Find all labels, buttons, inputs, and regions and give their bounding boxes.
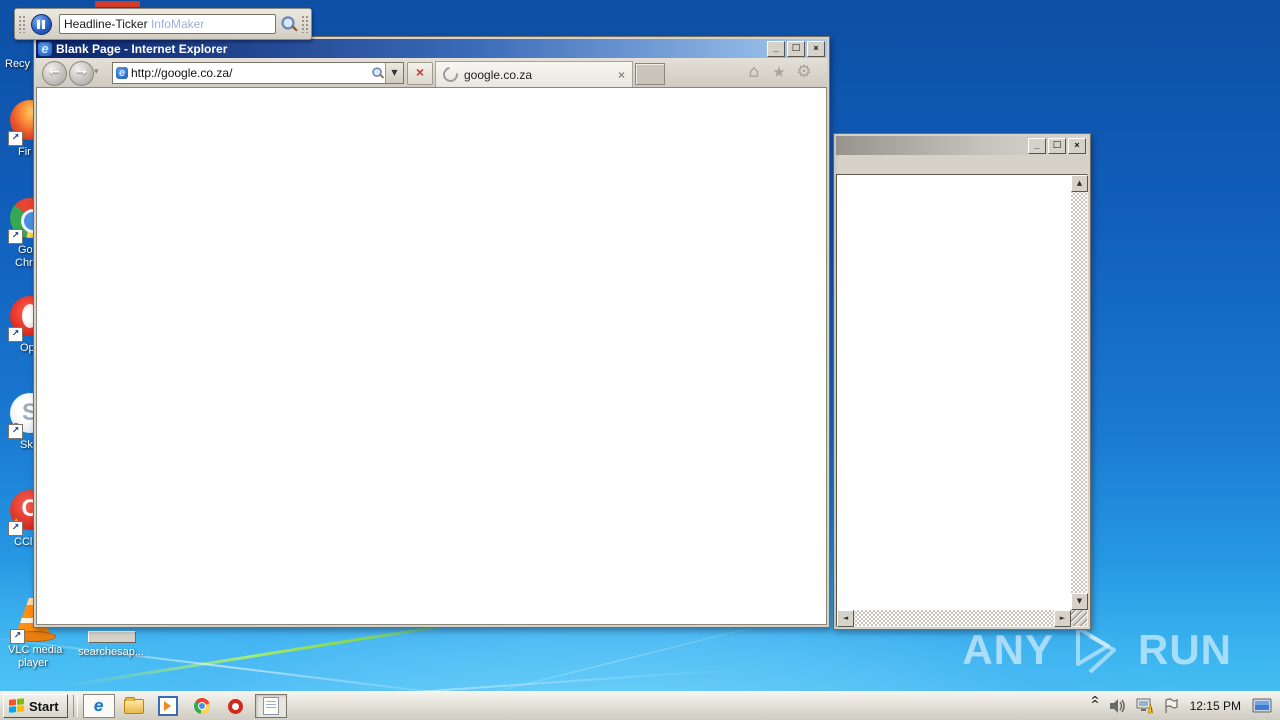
ie-titlebar[interactable]: e Blank Page - Internet Explorer _ □ ×: [36, 39, 827, 58]
forward-button[interactable]: →: [69, 61, 94, 86]
drag-grip-icon[interactable]: [301, 15, 308, 33]
taskbar-item-explorer[interactable]: [119, 695, 149, 717]
ticker-hint-text: InfoMaker: [150, 17, 205, 31]
scroll-left-button[interactable]: ◄: [837, 610, 854, 627]
secondary-window-titlebar[interactable]: _ □ ×: [836, 136, 1088, 155]
scroll-right-button[interactable]: ►: [1054, 610, 1071, 627]
maximize-button[interactable]: □: [787, 40, 805, 57]
minimize-button[interactable]: _: [1028, 137, 1046, 154]
taskbar[interactable]: Start e ^ ^ ! 12:15 PM: [0, 691, 1280, 720]
search-icon[interactable]: [371, 67, 384, 80]
loading-spinner-icon: [440, 64, 461, 85]
ie-window[interactable]: e Blank Page - Internet Explorer _ □ × ←…: [33, 36, 830, 628]
shortcut-arrow-icon: ↗: [8, 521, 23, 536]
address-url[interactable]: http://google.co.za/: [131, 66, 369, 80]
taskbar-item-opera[interactable]: [221, 695, 251, 717]
background-window-sliver: [95, 1, 140, 7]
minimize-button[interactable]: _: [767, 40, 785, 57]
system-tray[interactable]: ^ ^ ! 12:15 PM: [1090, 692, 1280, 720]
svg-text:!: !: [1150, 708, 1152, 714]
anyrun-play-logo-icon: [1076, 626, 1116, 674]
shortcut-arrow-icon: ↗: [10, 629, 25, 644]
notepad-icon: [262, 697, 279, 715]
back-button[interactable]: ←: [42, 61, 67, 86]
icon-label: player: [18, 657, 48, 669]
taskbar-item-notepad[interactable]: [254, 694, 287, 718]
maximize-button[interactable]: □: [1048, 137, 1066, 154]
secondary-window-content: ▲ ▼ ◄ ►: [836, 174, 1088, 627]
opera-icon: [228, 698, 244, 714]
ie-page-content: [36, 87, 827, 625]
vertical-scrollbar[interactable]: ▲ ▼: [1071, 175, 1088, 610]
taskbar-clock[interactable]: 12:15 PM: [1188, 699, 1243, 713]
windows-logo-icon: [9, 698, 25, 714]
secondary-window-toolbar: [836, 157, 1088, 173]
secondary-window[interactable]: _ □ × ▲ ▼ ◄ ►: [833, 133, 1091, 630]
scroll-down-button[interactable]: ▼: [1071, 593, 1088, 610]
close-button[interactable]: ×: [1068, 137, 1086, 154]
chrome-icon: [193, 698, 210, 714]
taskbar-item-internet-explorer[interactable]: e: [82, 694, 115, 718]
shortcut-arrow-icon: ↗: [8, 327, 23, 342]
start-label: Start: [29, 698, 59, 714]
taskbar-item-chrome[interactable]: [187, 695, 217, 717]
icon-label: VLC media: [8, 644, 63, 656]
folder-icon: [123, 696, 144, 714]
network-warning-icon[interactable]: !: [1136, 698, 1154, 714]
address-dropdown-button[interactable]: ▼: [385, 63, 403, 83]
headline-ticker-toolbar[interactable]: Headline-Ticker InfoMaker: [14, 8, 312, 40]
icon-label: searchesap...: [78, 646, 145, 658]
browser-tab[interactable]: google.co.za ×: [435, 61, 633, 87]
drag-grip-icon[interactable]: [18, 15, 25, 33]
desktop-icon-searchesapp[interactable]: searchesap...: [78, 644, 168, 659]
new-tab-button[interactable]: [635, 63, 665, 85]
ie-window-title: Blank Page - Internet Explorer: [56, 41, 228, 56]
home-icon[interactable]: ⌂: [743, 61, 765, 83]
ie-navigation-bar: ← → ▾ e http://google.co.za/ ▼ × google.…: [36, 58, 827, 87]
tools-gear-icon[interactable]: ⚙: [793, 61, 815, 83]
taskbar-item-media-player[interactable]: [153, 695, 183, 717]
anyrun-watermark: ANY RUN: [962, 624, 1232, 676]
show-hidden-icons-chevron[interactable]: ^ ^: [1090, 695, 1099, 716]
scroll-up-button[interactable]: ▲: [1071, 175, 1088, 192]
search-icon[interactable]: [279, 15, 297, 33]
close-button[interactable]: ×: [807, 40, 825, 57]
watermark-text-run: RUN: [1138, 626, 1232, 673]
action-center-flag-icon[interactable]: [1163, 698, 1179, 714]
ticker-search-input[interactable]: Headline-Ticker InfoMaker: [59, 14, 276, 34]
shortcut-arrow-icon: ↗: [8, 424, 23, 439]
watermark-text-any: ANY: [962, 626, 1054, 673]
start-button[interactable]: Start: [3, 694, 68, 718]
shortcut-arrow-icon: ↗: [8, 131, 23, 146]
volume-icon[interactable]: [1109, 698, 1127, 714]
resize-grip[interactable]: [1071, 610, 1087, 626]
taskbar-separator: [72, 695, 78, 717]
wallpaper-light-streak: [0, 633, 479, 699]
background-window-fragment: [88, 631, 136, 643]
media-player-icon: [157, 696, 178, 716]
ticker-query-text: Headline-Ticker: [64, 17, 148, 31]
tab-label: google.co.za: [464, 67, 533, 82]
horizontal-scrollbar[interactable]: ◄ ►: [837, 610, 1071, 627]
ie-icon: e: [93, 696, 104, 715]
recent-pages-chevron-icon[interactable]: ▾: [94, 67, 99, 77]
page-icon: e: [116, 67, 128, 79]
shortcut-arrow-icon: ↗: [8, 229, 23, 244]
network-monitor-icon[interactable]: [1252, 698, 1272, 715]
stop-button[interactable]: ×: [407, 62, 433, 85]
address-bar[interactable]: e http://google.co.za/ ▼: [112, 62, 404, 84]
tab-close-icon[interactable]: ×: [611, 68, 632, 82]
ie-icon: e: [38, 41, 52, 56]
favorites-star-icon[interactable]: ★: [768, 61, 790, 83]
pause-icon[interactable]: [31, 13, 52, 35]
